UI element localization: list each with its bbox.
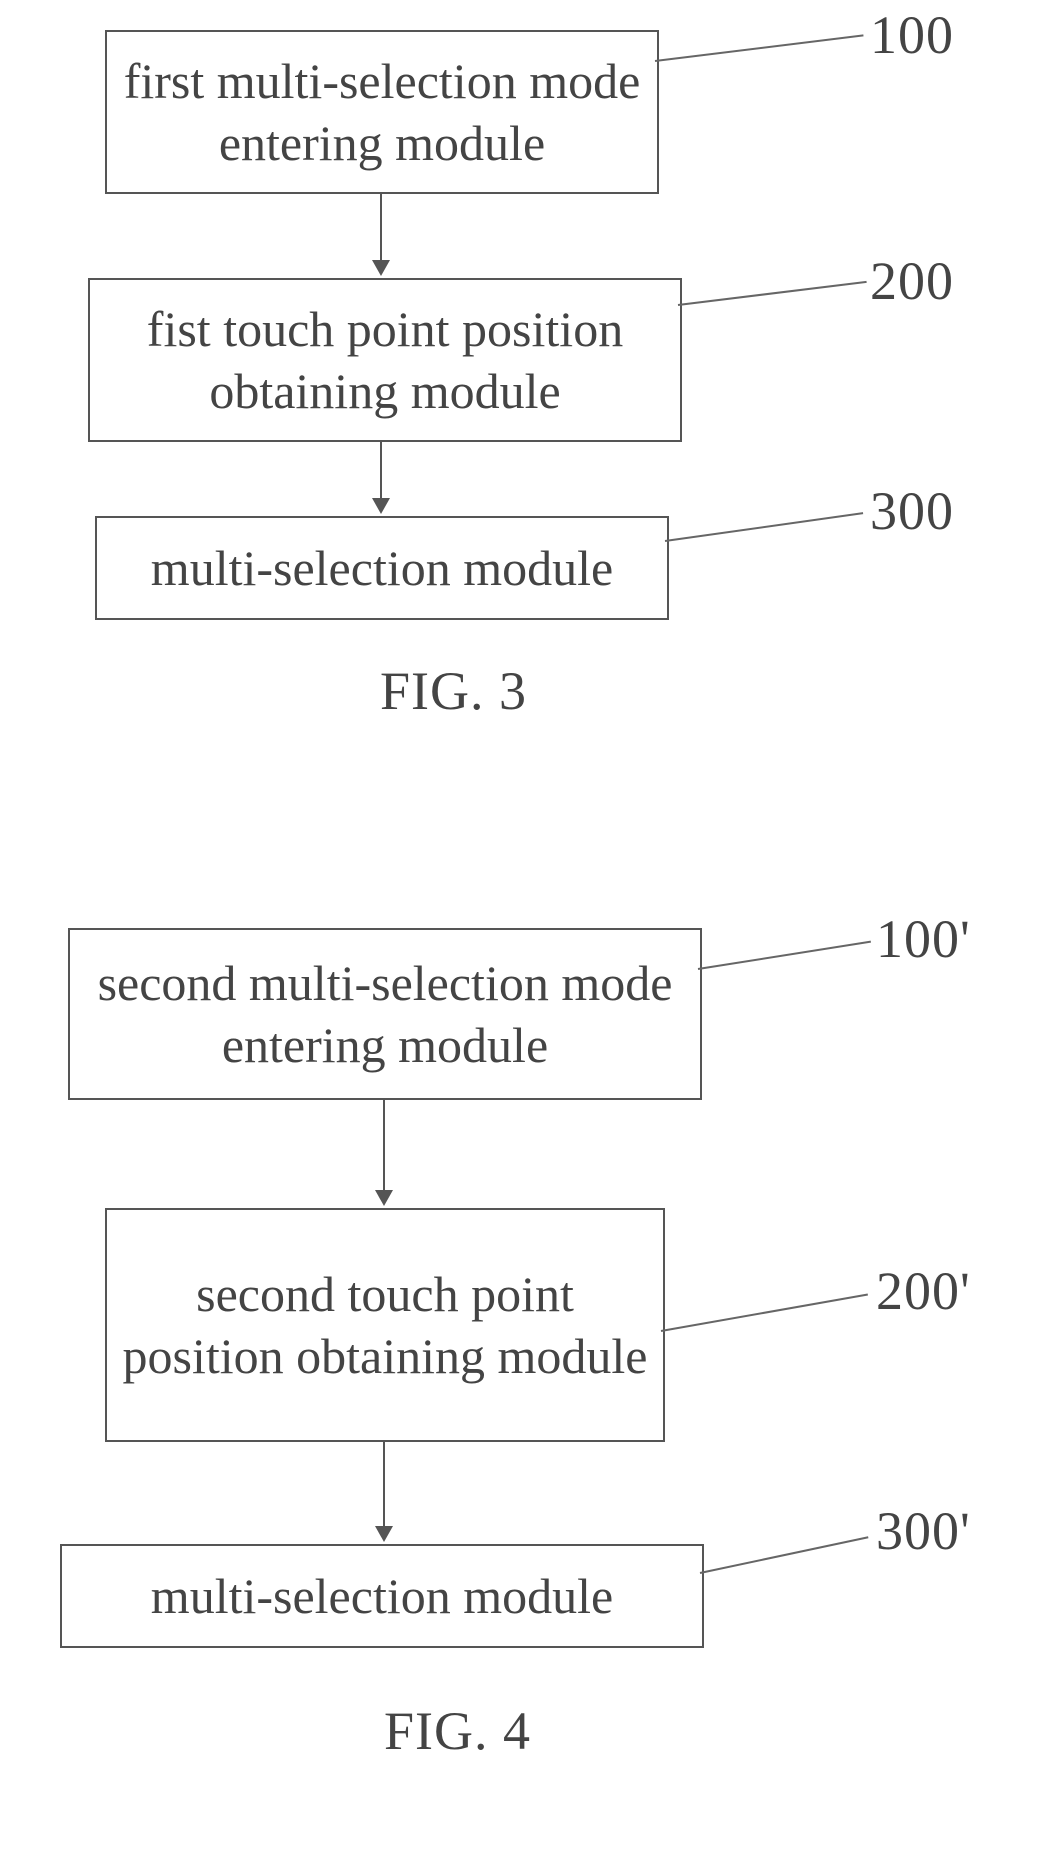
fig3-connector-200-300 xyxy=(380,440,382,500)
fig4-box-100p: second multi-selection mode entering mod… xyxy=(68,928,702,1100)
fig3-arrowhead-100-200 xyxy=(372,260,390,276)
fig4-leader-100p xyxy=(698,941,871,970)
fig3-caption: FIG. 3 xyxy=(380,660,527,722)
fig3-leader-100 xyxy=(655,34,864,62)
fig4-leader-300p xyxy=(700,1536,869,1574)
fig4-box-300p: multi-selection module xyxy=(60,1544,704,1648)
fig4-box-300p-text: multi-selection module xyxy=(141,1559,623,1634)
fig3-box-100-text: first multi-selection mode entering modu… xyxy=(107,44,657,181)
fig4-box-200p-text: second touch point position obtaining mo… xyxy=(107,1257,663,1394)
fig4-connector-100p-200p xyxy=(383,1098,385,1192)
fig4-leader-200p xyxy=(661,1294,868,1332)
fig4-caption: FIG. 4 xyxy=(384,1700,531,1762)
fig4-ref-200p: 200' xyxy=(876,1260,971,1322)
fig4-box-200p: second touch point position obtaining mo… xyxy=(105,1208,665,1442)
fig3-ref-200: 200 xyxy=(870,250,954,312)
fig3-ref-100: 100 xyxy=(870,4,954,66)
page: first multi-selection mode entering modu… xyxy=(0,0,1060,1861)
fig3-box-300: multi-selection module xyxy=(95,516,669,620)
fig3-leader-200 xyxy=(678,281,867,306)
fig4-arrowhead-100p-200p xyxy=(375,1190,393,1206)
fig4-ref-300p: 300' xyxy=(876,1500,971,1562)
fig3-leader-300 xyxy=(665,512,863,542)
fig4-box-100p-text: second multi-selection mode entering mod… xyxy=(70,946,700,1083)
fig3-box-200-text: fist touch point position obtaining modu… xyxy=(90,292,680,429)
fig3-box-200: fist touch point position obtaining modu… xyxy=(88,278,682,442)
fig3-connector-100-200 xyxy=(380,192,382,262)
fig3-box-300-text: multi-selection module xyxy=(141,531,623,606)
fig4-connector-200p-300p xyxy=(383,1440,385,1528)
fig4-ref-100p: 100' xyxy=(876,908,971,970)
fig3-box-100: first multi-selection mode entering modu… xyxy=(105,30,659,194)
fig3-ref-300: 300 xyxy=(870,480,954,542)
fig4-arrowhead-200p-300p xyxy=(375,1526,393,1542)
fig3-arrowhead-200-300 xyxy=(372,498,390,514)
